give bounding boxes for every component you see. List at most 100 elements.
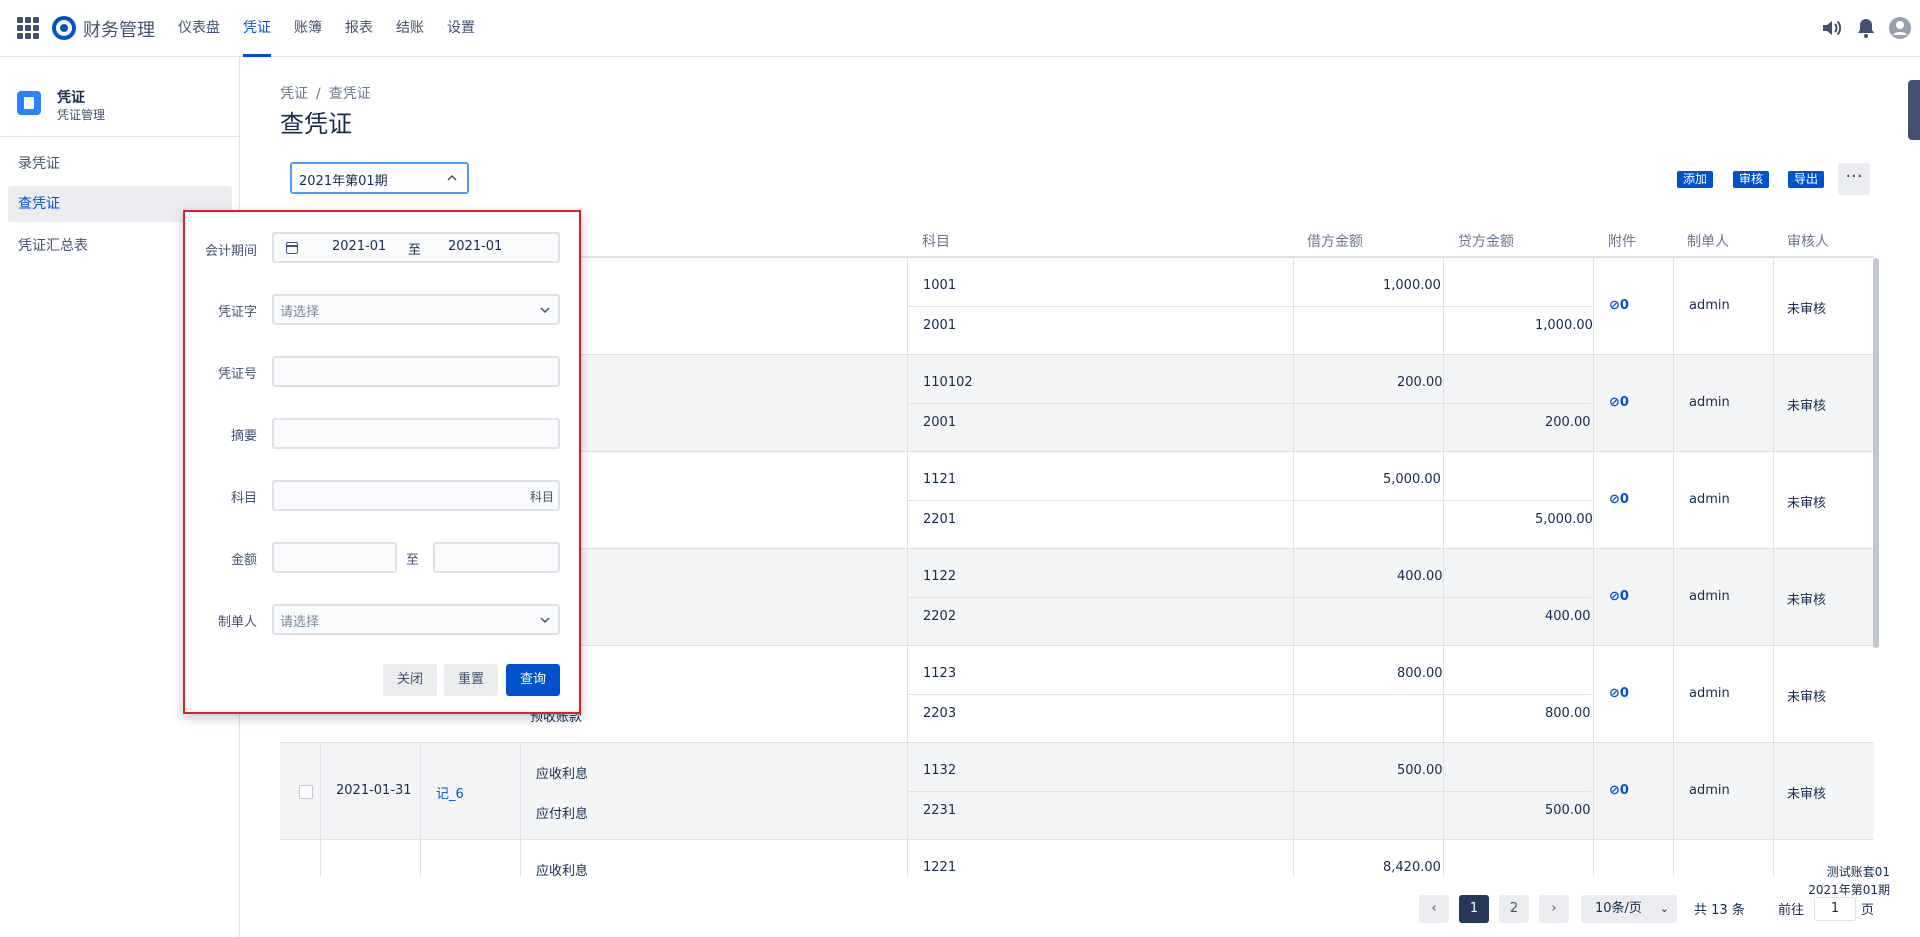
attachment-link[interactable]: ⊘0 — [1609, 686, 1629, 701]
header-subject: 科目 — [922, 234, 950, 250]
period-select-value: 2021年第01期 — [299, 174, 388, 189]
page-size-select[interactable]: 10条/页 ⌄ — [1581, 895, 1677, 923]
nav-ledger[interactable]: 账簿 — [294, 0, 322, 57]
entry-summary: 应付利息 — [536, 807, 589, 822]
entry-credit: 200.00 — [1545, 415, 1591, 430]
page-title: 查凭证 — [280, 110, 352, 138]
account-name: 测试账套01 — [1826, 865, 1890, 879]
entry-subject-code: 2202 — [923, 609, 957, 624]
prev-page-button[interactable]: ‹ — [1419, 895, 1449, 923]
period-to-separator: 至 — [408, 243, 422, 258]
maker-placeholder: 请选择 — [280, 615, 320, 630]
header-attachment: 附件 — [1608, 234, 1636, 250]
auditor-cell: 未审核 — [1787, 593, 1827, 608]
entry-credit: 800.00 — [1545, 706, 1591, 721]
close-button[interactable]: 关闭 — [383, 664, 437, 696]
entry-subject-code: 1221 — [923, 860, 957, 875]
page-1-button[interactable]: 1 — [1459, 895, 1489, 923]
breadcrumb-root[interactable]: 凭证 — [280, 86, 308, 102]
auditor-cell: 未审核 — [1787, 399, 1827, 414]
maker-cell: admin — [1689, 589, 1730, 604]
summary-input[interactable] — [272, 418, 560, 449]
document-icon — [17, 91, 41, 115]
amount-min-input[interactable] — [272, 542, 397, 573]
total-count: 共 13 条 — [1694, 903, 1745, 918]
add-button[interactable]: 添加 — [1677, 171, 1714, 188]
sidebar-title: 凭证 — [57, 90, 85, 106]
entry-subject-code: 2203 — [923, 706, 957, 721]
voucher-number-link[interactable]: 记_6 — [436, 783, 464, 802]
sidebar-subtitle: 凭证管理 — [57, 108, 106, 122]
entry-debit: 5,000.00 — [1383, 472, 1441, 487]
entry-subject-code: 2001 — [923, 318, 957, 333]
amount-separator: 至 — [405, 553, 419, 568]
maker-select[interactable]: 请选择 — [272, 604, 560, 635]
maker-cell: admin — [1689, 492, 1730, 507]
voucher-type-placeholder: 请选择 — [280, 305, 320, 320]
attachment-link[interactable]: ⊘0 — [1609, 298, 1629, 313]
maker-cell: admin — [1689, 783, 1730, 798]
table-scrollbar[interactable] — [1873, 258, 1879, 648]
attachment-link[interactable]: ⊘0 — [1609, 783, 1629, 798]
entry-subject-code: 2231 — [923, 803, 957, 818]
entry-subject-code: 2201 — [923, 512, 957, 527]
subject-picker-button[interactable]: 科目 — [530, 488, 554, 505]
entry-subject-code: 1122 — [923, 569, 957, 584]
bell-icon[interactable] — [1854, 16, 1878, 40]
maker-cell: admin — [1689, 686, 1730, 701]
voucher-no-input[interactable] — [272, 356, 560, 387]
more-button[interactable]: ··· — [1838, 163, 1870, 195]
entry-subject-code: 1121 — [923, 472, 957, 487]
nav-dashboard[interactable]: 仪表盘 — [178, 0, 220, 57]
amount-max-input[interactable] — [433, 542, 560, 573]
subject-input[interactable]: 科目 — [272, 480, 560, 511]
period-select[interactable]: 2021年第01期 — [290, 162, 469, 194]
maker-cell: admin — [1689, 395, 1730, 410]
goto-page-input[interactable]: 1 — [1814, 897, 1856, 921]
sidebar-item-enter-voucher[interactable]: 录凭证 — [8, 146, 232, 182]
attachment-link[interactable]: ⊘0 — [1609, 395, 1629, 410]
summary-label: 摘要 — [230, 429, 257, 444]
speaker-icon[interactable] — [1820, 16, 1844, 40]
logo-icon — [52, 16, 76, 40]
nav-report[interactable]: 报表 — [345, 0, 373, 57]
page-2-button[interactable]: 2 — [1499, 895, 1529, 923]
attachment-link[interactable]: ⊘0 — [1609, 589, 1629, 604]
header-auditor: 审核人 — [1787, 234, 1829, 250]
entry-subject-code: 2001 — [923, 415, 957, 430]
nav-voucher[interactable]: 凭证 — [243, 0, 271, 57]
header-debit: 借方金额 — [1307, 234, 1363, 250]
chevron-down-icon: ⌄ — [1659, 902, 1669, 915]
period-range-picker[interactable]: 2021-01 至 2021-01 — [272, 232, 560, 263]
sidebar-header: 凭证 凭证管理 — [0, 85, 240, 137]
apps-grid-icon[interactable] — [17, 17, 39, 39]
side-handle[interactable] — [1908, 80, 1920, 140]
row-checkbox[interactable] — [299, 785, 313, 799]
export-button[interactable]: 导出 — [1788, 171, 1825, 188]
subject-label: 科目 — [230, 491, 257, 506]
maker-label: 制单人 — [217, 615, 257, 630]
table-row-group: 2021-01-31 记_6 应收利息 1132 500.00 应付利息 223… — [280, 743, 1874, 840]
chevron-up-icon — [447, 174, 457, 181]
maker-cell: admin — [1689, 298, 1730, 313]
reset-button[interactable]: 重置 — [444, 664, 498, 696]
entry-debit: 8,420.00 — [1383, 860, 1441, 875]
account-info: 测试账套01 2021年第01期 — [1808, 863, 1890, 899]
attachment-link[interactable]: ⊘0 — [1609, 492, 1629, 507]
entry-credit: 400.00 — [1545, 609, 1591, 624]
query-button[interactable]: 查询 — [506, 664, 560, 696]
entry-debit: 800.00 — [1397, 666, 1443, 681]
period-label: 会计期间 — [204, 244, 257, 259]
voucher-date: 2021-01-31 — [336, 783, 412, 798]
amount-label: 金额 — [230, 553, 257, 568]
nav-closing[interactable]: 结账 — [396, 0, 424, 57]
app-title: 财务管理 — [83, 20, 155, 41]
audit-button[interactable]: 审核 — [1733, 171, 1770, 188]
nav-settings[interactable]: 设置 — [447, 0, 475, 57]
voucher-type-select[interactable]: 请选择 — [272, 294, 560, 325]
entry-subject-code: 1132 — [923, 763, 957, 778]
next-page-button[interactable]: › — [1539, 895, 1569, 923]
entry-credit: 1,000.00 — [1535, 318, 1593, 333]
entry-summary: 应收利息 — [536, 864, 589, 876]
user-avatar-icon[interactable] — [1888, 16, 1912, 40]
